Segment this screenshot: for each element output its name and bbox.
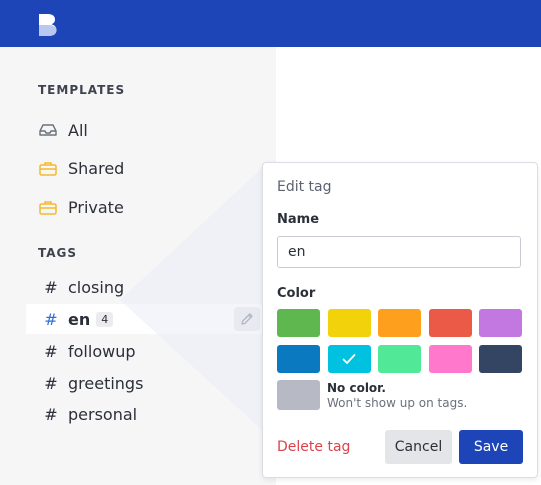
delete-tag-link[interactable]: Delete tag bbox=[277, 439, 350, 455]
templates-section-title: TEMPLATES bbox=[38, 83, 126, 97]
no-color-subtitle: Won't show up on tags. bbox=[327, 396, 468, 410]
tag-label: followup bbox=[68, 341, 136, 361]
hash-icon: # bbox=[44, 277, 58, 297]
no-color-swatch[interactable] bbox=[277, 380, 320, 410]
sidebar-item-shared[interactable]: Shared bbox=[38, 156, 124, 180]
sidebar-item-label: Shared bbox=[68, 158, 125, 178]
color-swatch[interactable] bbox=[479, 309, 522, 337]
tag-item-greetings[interactable]: # greetings bbox=[26, 368, 276, 398]
tag-count-badge: 4 bbox=[96, 311, 114, 327]
hash-icon: # bbox=[44, 373, 58, 393]
color-swatch[interactable] bbox=[378, 309, 421, 337]
sidebar-item-label: Private bbox=[68, 197, 124, 217]
color-swatch[interactable] bbox=[277, 345, 320, 373]
tag-item-followup[interactable]: # followup bbox=[26, 336, 276, 366]
tag-name-input[interactable] bbox=[277, 236, 521, 268]
tag-item-closing[interactable]: # closing bbox=[26, 272, 276, 302]
tag-label: closing bbox=[68, 277, 125, 297]
check-icon bbox=[342, 354, 356, 364]
color-swatch[interactable] bbox=[327, 309, 371, 337]
sidebar-item-label: All bbox=[68, 120, 88, 140]
tag-label: greetings bbox=[68, 373, 144, 393]
color-swatch[interactable] bbox=[428, 309, 472, 337]
tags-section-title: TAGS bbox=[38, 246, 78, 260]
color-swatch[interactable] bbox=[277, 309, 320, 337]
tag-label: en bbox=[68, 309, 91, 329]
top-bar bbox=[0, 0, 541, 47]
briefcase-icon bbox=[38, 159, 58, 177]
hash-icon: # bbox=[44, 404, 58, 424]
no-color-title: No color. bbox=[327, 381, 386, 395]
edit-tag-button[interactable] bbox=[234, 307, 260, 331]
sidebar-item-all[interactable]: All bbox=[38, 118, 88, 142]
inbox-icon bbox=[38, 121, 58, 139]
save-button[interactable]: Save bbox=[459, 430, 523, 464]
color-swatch[interactable] bbox=[327, 345, 371, 373]
tag-label: personal bbox=[68, 404, 138, 424]
color-swatch[interactable] bbox=[479, 345, 522, 373]
color-label: Color bbox=[277, 286, 316, 301]
app-logo[interactable] bbox=[38, 13, 58, 37]
popover-title: Edit tag bbox=[277, 179, 332, 195]
tag-item-personal[interactable]: # personal bbox=[26, 399, 276, 429]
pencil-icon bbox=[241, 313, 253, 325]
cancel-button[interactable]: Cancel bbox=[385, 430, 452, 464]
sidebar-item-private[interactable]: Private bbox=[38, 195, 124, 219]
briefcase-icon bbox=[38, 198, 58, 216]
color-swatch[interactable] bbox=[378, 345, 421, 373]
hash-icon: # bbox=[44, 309, 58, 329]
edit-tag-popover: Edit tag Name Color No color. Won't show… bbox=[262, 162, 538, 478]
name-label: Name bbox=[277, 212, 320, 227]
hash-icon: # bbox=[44, 341, 58, 361]
color-swatch[interactable] bbox=[428, 345, 472, 373]
